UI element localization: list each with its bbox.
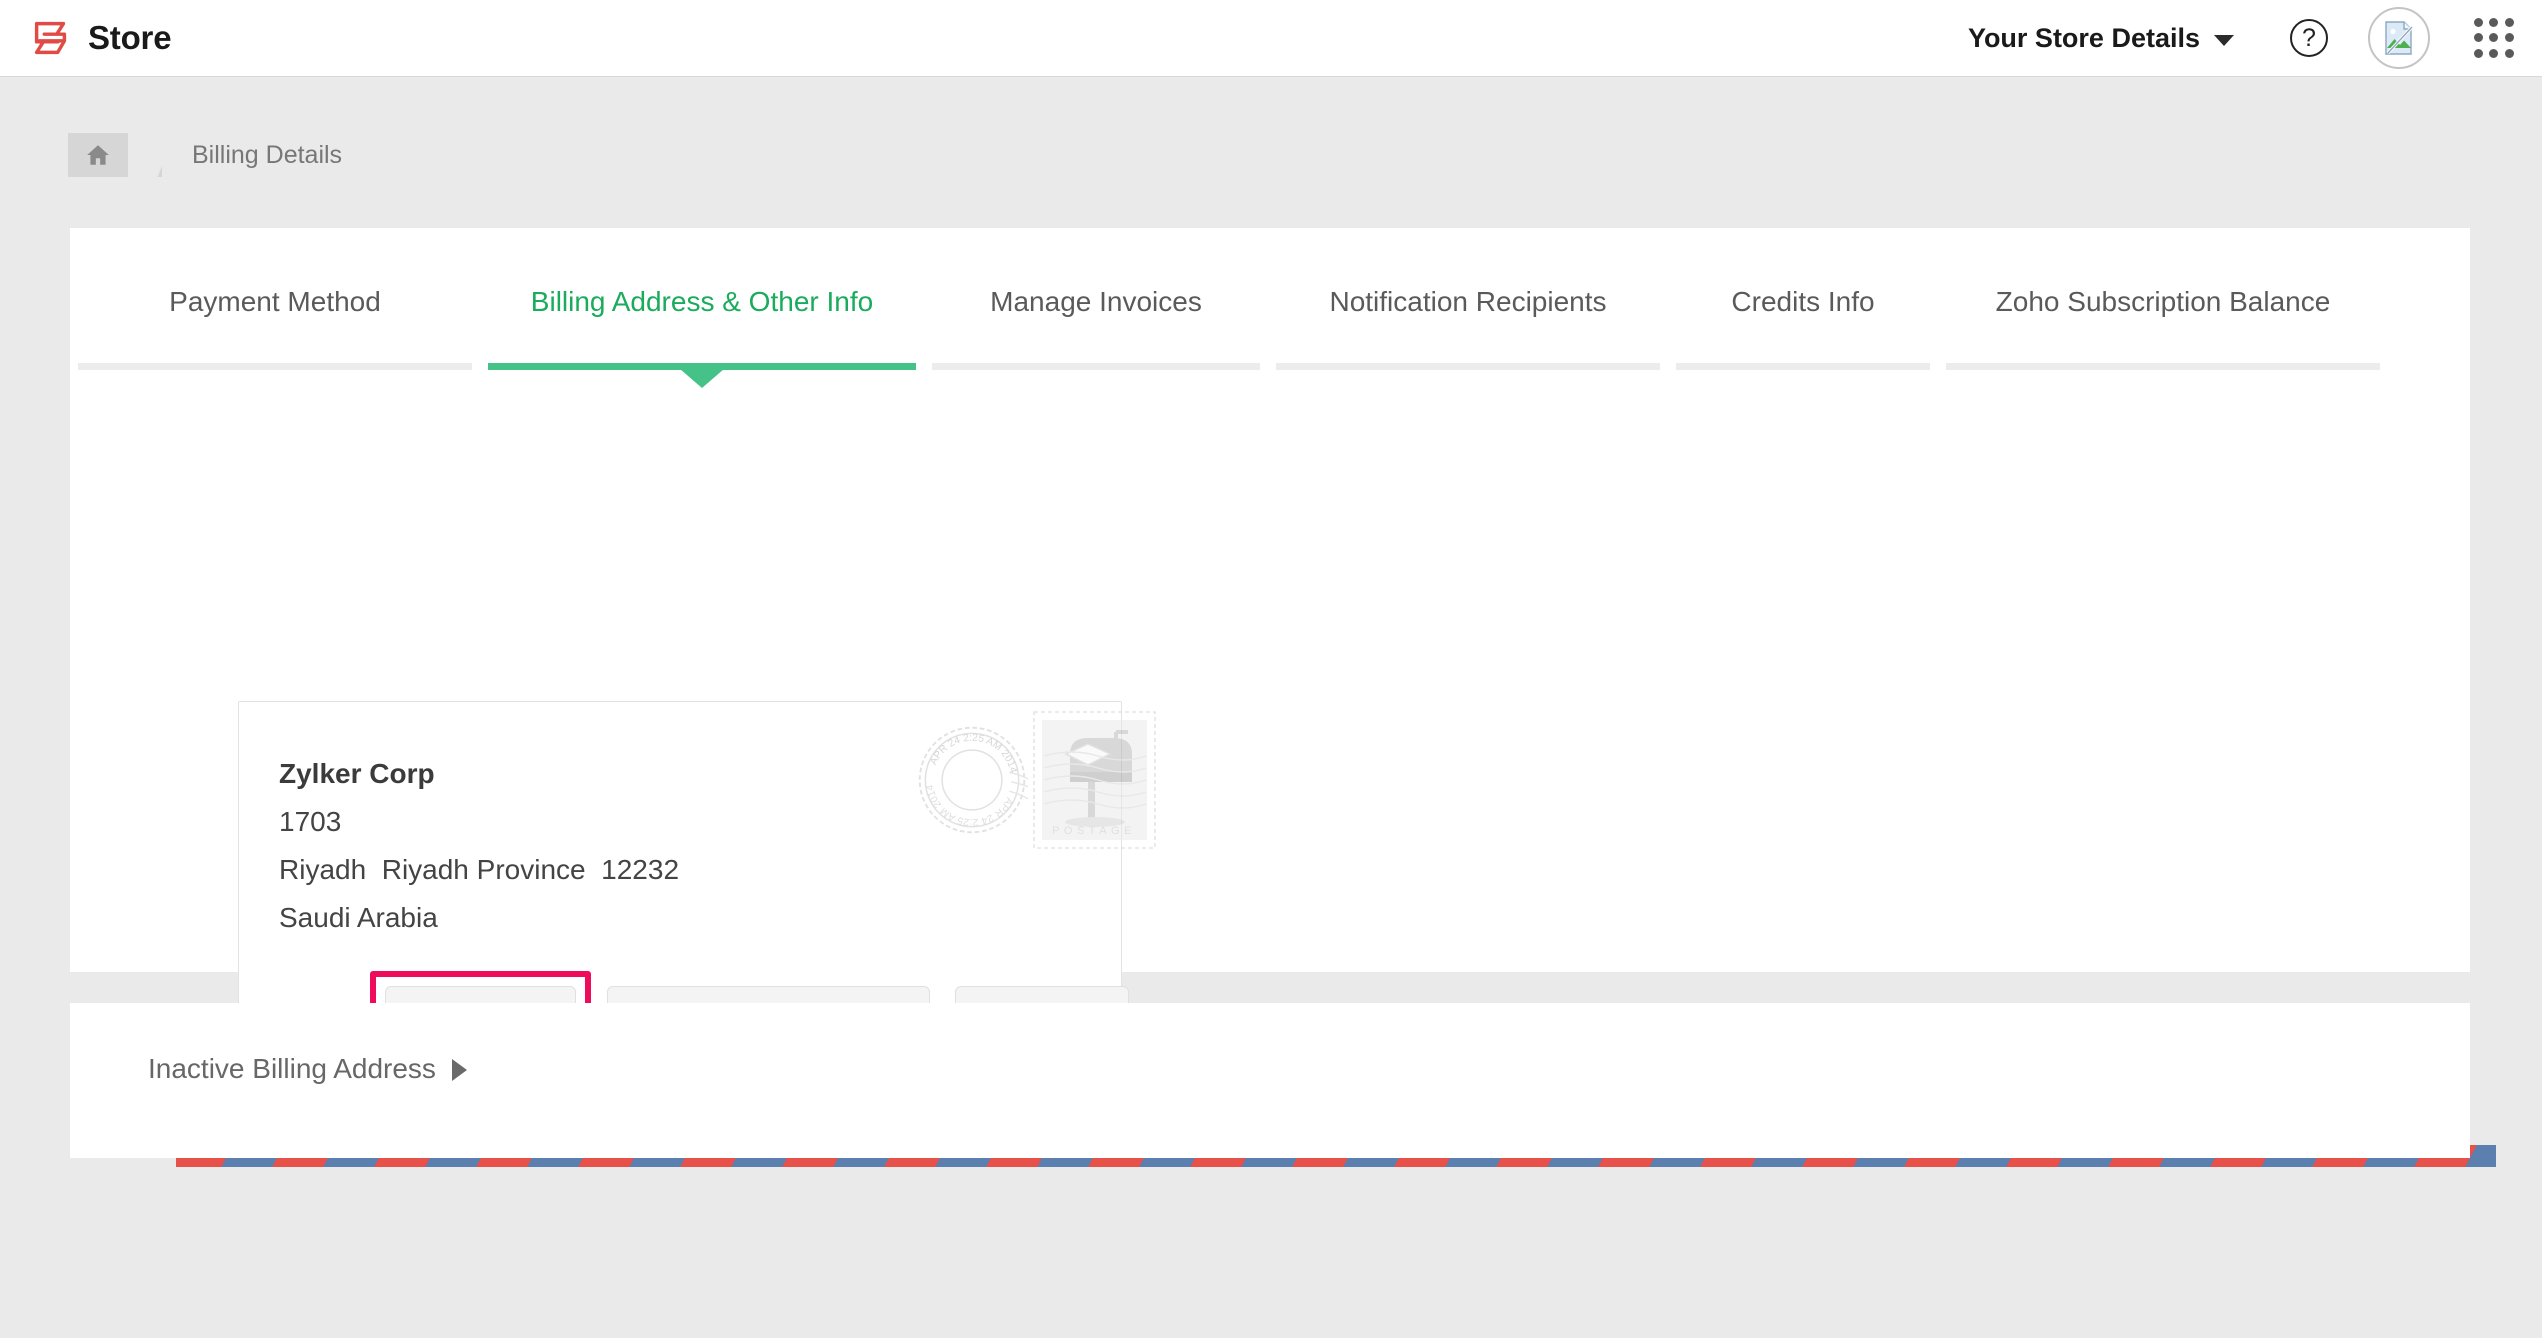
apps-dot — [2474, 33, 2484, 43]
postmark-text-bottom: APR 24 2:25 AM 2014 — [925, 783, 1015, 827]
apps-dot — [2504, 33, 2514, 43]
home-icon — [87, 145, 109, 165]
tab-label: Manage Invoices — [990, 286, 1202, 317]
tab-zoho-subscription-balance[interactable]: Zoho Subscription Balance — [1938, 286, 2388, 370]
address-country: Saudi Arabia — [279, 902, 438, 933]
broken-image-avatar-icon — [2385, 21, 2414, 55]
tab-notification-recipients[interactable]: Notification Recipients — [1268, 286, 1668, 370]
brand[interactable]: Store — [28, 15, 172, 61]
store-details-label: Your Store Details — [1967, 22, 2200, 53]
tab-underline — [1946, 363, 2380, 370]
avatar[interactable] — [2368, 7, 2430, 69]
header-actions: Your Store Details ? — [1964, 7, 2516, 69]
tab-label: Payment Method — [169, 286, 381, 317]
tab-label: Billing Address & Other Info — [530, 286, 874, 317]
billing-details-card: Payment Method Billing Address & Other In… — [70, 228, 2496, 1167]
postmark-text-top: APR 24 2:25 AM 2014 — [928, 733, 1018, 775]
help-question-icon[interactable]: ? — [2290, 19, 2328, 57]
apps-dot — [2504, 48, 2514, 58]
postage-label: POSTAGE — [1052, 825, 1136, 837]
tab-manage-invoices[interactable]: Manage Invoices — [924, 286, 1268, 370]
breadcrumb-separator-icon — [128, 133, 162, 177]
breadcrumb-home-button[interactable] — [68, 133, 128, 177]
svg-text:APR 24 2:25 AM 2014: APR 24 2:25 AM 2014 — [925, 783, 1015, 827]
address-company: Zylker Corp — [279, 758, 435, 789]
postmark-stamp-icon: APR 24 2:25 AM 2014 APR 24 2:25 AM 2014 — [918, 726, 1028, 834]
tab-label: Zoho Subscription Balance — [1995, 286, 2331, 317]
tab-underline — [1276, 363, 1660, 370]
apps-dot — [2489, 33, 2499, 43]
help-glyph: ? — [2302, 23, 2316, 52]
inactive-billing-address-toggle[interactable]: Inactive Billing Address — [148, 1053, 467, 1085]
apps-grid-icon[interactable] — [2472, 16, 2516, 60]
apps-dot — [2474, 18, 2484, 28]
brand-name: Store — [88, 19, 172, 56]
address-street: 1703 — [279, 806, 342, 837]
breadcrumb: Billing Details — [68, 133, 342, 177]
address-city-state-zip: Riyadh Riyadh Province 12232 — [279, 854, 680, 885]
tab-billing-address-other-info[interactable]: Billing Address & Other Info — [480, 286, 924, 388]
inactive-billing-address-label: Inactive Billing Address — [148, 1053, 436, 1084]
apps-dot — [2474, 48, 2484, 58]
tab-payment-method[interactable]: Payment Method — [70, 286, 480, 370]
tab-underline — [78, 363, 472, 370]
tab-credits-info[interactable]: Credits Info — [1668, 286, 1938, 370]
zoho-z-logo-icon — [34, 21, 67, 55]
postage-stamp-mailbox-icon: POSTAGE — [1033, 711, 1156, 849]
billing-tabs: Payment Method Billing Address & Other In… — [70, 228, 2470, 388]
app-header: Store Your Store Details ? — [0, 0, 2542, 77]
store-details-menu[interactable]: Your Store Details — [1964, 17, 2238, 60]
inactive-billing-address-card: Inactive Billing Address — [70, 1003, 2470, 1158]
tab-label: Credits Info — [1731, 286, 1875, 317]
apps-dot — [2504, 18, 2514, 28]
active-tab-pointer-icon — [680, 369, 724, 388]
tab-underline — [1676, 363, 1930, 370]
apps-dot — [2489, 18, 2499, 28]
tab-underline — [932, 363, 1260, 370]
chevron-down-icon — [2214, 34, 2234, 46]
svg-text:APR 24 2:25 AM 2014: APR 24 2:25 AM 2014 — [928, 733, 1018, 775]
tab-label: Notification Recipients — [1329, 286, 1607, 317]
apps-dot — [2489, 48, 2499, 58]
breadcrumb-current: Billing Details — [192, 140, 343, 169]
triangle-right-icon — [451, 1059, 467, 1081]
